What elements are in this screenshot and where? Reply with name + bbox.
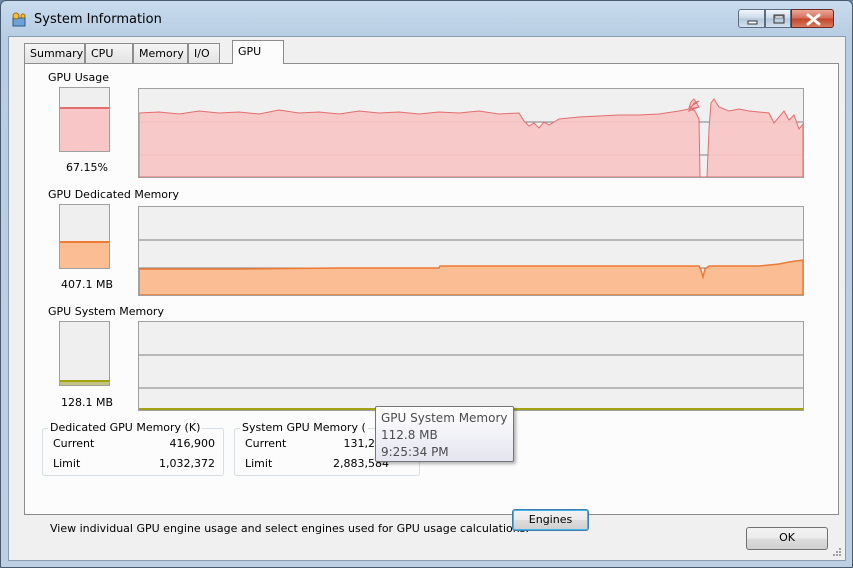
graph-tooltip: GPU System Memory 112.8 MB 9:25:34 PM — [375, 406, 514, 462]
dedicated-current-value: 416,900 — [169, 437, 216, 450]
engines-button[interactable]: Engines — [512, 509, 589, 531]
gpu-dedicated-memory-graph — [138, 206, 804, 296]
tooltip-value: 112.8 MB — [381, 428, 438, 442]
dedicated-current-label: Current — [53, 437, 95, 450]
gpu-dedicated-memory-area — [139, 259, 803, 295]
tab-io[interactable]: I/O — [188, 43, 220, 63]
resize-grip-icon[interactable] — [832, 547, 842, 557]
gpu-tab-panel: GPU Usage 67.15% GPU Dedicated Memory 40… — [24, 63, 839, 535]
gpu-usage-value: 67.15% — [66, 161, 108, 174]
title-bar[interactable]: System Information — [1, 1, 852, 37]
gpu-dedicated-memory-meter-fill — [60, 241, 109, 268]
gpu-dedicated-memory-label: GPU Dedicated Memory — [48, 188, 180, 201]
tab-cpu[interactable]: CPU — [85, 43, 133, 63]
gpu-usage-graph — [138, 88, 804, 178]
close-icon — [806, 13, 821, 26]
gpu-system-memory-graph-plot — [139, 354, 803, 410]
engines-hint-text: View individual GPU engine usage and sel… — [50, 522, 530, 535]
tooltip-title: GPU System Memory — [381, 411, 508, 425]
gpu-system-memory-graph — [138, 321, 804, 411]
app-icon — [12, 12, 26, 27]
gpu-dedicated-memory-meter — [59, 204, 110, 269]
tab-gpu[interactable]: GPU — [232, 40, 284, 64]
gpu-system-memory-meter — [59, 321, 110, 386]
tooltip-time: 9:25:34 PM — [381, 445, 449, 459]
window-title: System Information — [34, 12, 162, 27]
gpu-system-memory-meter-fill — [60, 380, 109, 385]
gpu-dedicated-memory-value: 407.1 MB — [60, 278, 114, 291]
dedicated-gpu-memory-group-title: Dedicated GPU Memory (K) — [48, 421, 203, 434]
gpu-system-memory-label: GPU System Memory — [48, 305, 164, 318]
minimize-icon — [747, 20, 758, 25]
dialog-client-area: Summary CPU Memory I/O GPU GPU Usage 67.… — [8, 36, 846, 561]
gpu-dedicated-memory-graph-plot — [139, 239, 803, 295]
system-limit-label: Limit — [245, 457, 273, 470]
maximize-icon — [773, 14, 785, 24]
gpu-usage-meter — [59, 87, 110, 152]
tab-memory[interactable]: Memory — [133, 43, 188, 63]
gpu-usage-meter-fill — [60, 106, 109, 151]
minimize-button[interactable] — [738, 9, 765, 28]
dedicated-limit-label: Limit — [53, 457, 81, 470]
gpu-usage-graph-plot — [139, 98, 803, 177]
dedicated-limit-value: 1,032,372 — [159, 457, 215, 470]
close-button[interactable] — [791, 9, 834, 28]
system-current-label: Current — [245, 437, 287, 450]
gpu-usage-label: GPU Usage — [48, 71, 109, 84]
system-information-window: System Information Summary CPU Memory I/… — [0, 0, 853, 568]
maximize-button[interactable] — [765, 9, 791, 28]
dedicated-gpu-memory-group: Dedicated GPU Memory (K) Current 416,900… — [42, 421, 224, 476]
system-gpu-memory-group-title: System GPU Memory ( — [240, 421, 368, 434]
tab-summary[interactable]: Summary — [24, 43, 85, 63]
gpu-usage-area — [139, 98, 803, 177]
ok-button[interactable]: OK — [746, 527, 828, 550]
gpu-system-memory-value: 128.1 MB — [60, 396, 114, 409]
